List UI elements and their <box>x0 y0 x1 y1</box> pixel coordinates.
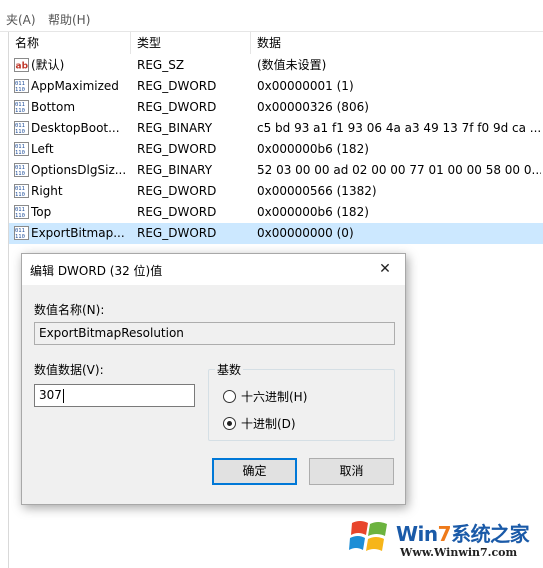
table-row[interactable]: 011 110 Left REG_DWORD 0x000000b6 (182) <box>9 139 543 160</box>
row-type: REG_DWORD <box>137 142 217 156</box>
row-type: REG_DWORD <box>137 184 217 198</box>
row-name-cell: 011 110 Top <box>14 202 130 223</box>
row-type: REG_DWORD <box>137 100 217 114</box>
row-type: REG_BINARY <box>137 163 213 177</box>
row-name-cell: 011 110 DesktopBoot... <box>14 118 130 139</box>
text-caret <box>62 388 64 403</box>
row-name-cell: 011 110 OptionsDlgSiz... <box>14 160 130 181</box>
row-data: 0x00000566 (1382) <box>257 184 377 198</box>
row-data: 0x00000001 (1) <box>257 79 354 93</box>
site-watermark: Win7系统之家 Www.Winwin7.com <box>348 510 540 566</box>
row-name-cell: 011 110 Bottom <box>14 97 130 118</box>
svg-text:110: 110 <box>15 129 25 135</box>
svg-text:ab: ab <box>16 61 29 71</box>
table-row[interactable]: 011 110 OptionsDlgSiz... REG_BINARY 52 03 00… <box>9 160 543 181</box>
row-name-cell: ab (默认) <box>14 55 130 76</box>
row-name-cell: 011 110 AppMaximized <box>14 76 130 97</box>
radio-checked-icon <box>223 417 236 430</box>
column-header-type[interactable]: 类型 <box>131 32 251 54</box>
string-value-icon: ab <box>14 57 29 72</box>
table-row[interactable]: 011 110 Right REG_DWORD 0x00000566 (1382) <box>9 181 543 202</box>
value-data-label: 数值数据(V): <box>34 363 104 377</box>
radio-hexadecimal-label: 十六进制(H) <box>241 390 308 404</box>
cancel-button[interactable]: 取消 <box>309 458 394 485</box>
edit-dword-dialog: 编辑 DWORD (32 位)值 ✕ 数值名称(N): ExportBitmap… <box>21 253 406 505</box>
table-row[interactable]: ab (默认) REG_SZ (数值未设置) <box>9 55 543 76</box>
row-name: Top <box>31 205 52 219</box>
svg-text:110: 110 <box>15 150 25 156</box>
close-icon[interactable]: ✕ <box>373 258 397 280</box>
row-name: Bottom <box>31 100 76 114</box>
svg-text:110: 110 <box>15 108 25 114</box>
row-data: 0x000000b6 (182) <box>257 205 369 219</box>
value-name-field[interactable]: ExportBitmapResolution <box>34 322 395 345</box>
row-data: 0x00000326 (806) <box>257 100 369 114</box>
row-name: (默认) <box>31 58 65 72</box>
row-name: Right <box>31 184 63 198</box>
dialog-title-bar[interactable]: 编辑 DWORD (32 位)值 ✕ <box>22 254 405 285</box>
windows-logo-icon <box>349 521 387 551</box>
svg-text:110: 110 <box>15 213 25 219</box>
row-type: REG_DWORD <box>137 226 217 240</box>
row-data: 0x000000b6 (182) <box>257 142 369 156</box>
column-header-data[interactable]: 数据 <box>251 32 543 54</box>
row-data: 0x00000000 (0) <box>257 226 354 240</box>
menu-bar: 夹(A) 帮助(H) <box>0 0 543 32</box>
row-type: REG_DWORD <box>137 79 217 93</box>
svg-text:110: 110 <box>15 87 25 93</box>
row-name: OptionsDlgSiz... <box>31 163 127 177</box>
svg-text:110: 110 <box>15 171 25 177</box>
table-row[interactable]: 011 110 DesktopBoot... REG_BINARY c5 bd 93 a… <box>9 118 543 139</box>
binary-value-icon: 011110 <box>14 141 29 156</box>
row-name: AppMaximized <box>31 79 119 93</box>
menu-item-help[interactable]: 帮助(H) <box>48 11 90 28</box>
row-data: 52 03 00 00 ad 02 00 00 77 01 00 00 58 0… <box>257 163 541 177</box>
row-data: c5 bd 93 a1 f1 93 06 4a a3 49 13 7f f0 9… <box>257 121 541 135</box>
table-row[interactable]: 011 110 Bottom REG_DWORD 0x00000326 (806) <box>9 97 543 118</box>
binary-value-icon: 011110 <box>14 204 29 219</box>
row-name-cell: 011 110 Left <box>14 139 130 160</box>
row-type: REG_BINARY <box>137 121 213 135</box>
watermark-url: Www.Winwin7.com <box>400 546 518 559</box>
row-name: Left <box>31 142 54 156</box>
row-name-cell: 011 110 ExportBitmap... <box>14 223 130 244</box>
binary-value-icon: 011110 <box>14 99 29 114</box>
dialog-title: 编辑 DWORD (32 位)值 <box>30 264 163 278</box>
binary-value-icon: 011110 <box>14 162 29 177</box>
value-data-input[interactable]: 307 <box>34 384 195 407</box>
row-data: (数值未设置) <box>257 58 327 72</box>
binary-value-icon: 011110 <box>14 120 29 135</box>
binary-value-icon: 011110 <box>14 225 29 240</box>
table-row[interactable]: 011 110 ExportBitmap... REG_DWORD 0x00000000… <box>9 223 543 244</box>
radio-decimal[interactable]: 十进制(D) <box>223 415 373 433</box>
menu-item-favorites[interactable]: 夹(A) <box>6 11 36 28</box>
radio-circle-icon <box>223 390 236 403</box>
binary-value-icon: 011110 <box>14 78 29 93</box>
ok-button[interactable]: 确定 <box>212 458 297 485</box>
value-name-label: 数值名称(N): <box>34 303 105 317</box>
row-name: ExportBitmap... <box>31 226 125 240</box>
base-groupbox: 基数 十六进制(H) 十进制(D) <box>208 361 395 441</box>
base-label: 基数 <box>215 361 244 378</box>
svg-text:110: 110 <box>15 192 25 198</box>
table-row[interactable]: 011 110 AppMaximized REG_DWORD 0x00000001 (1… <box>9 76 543 97</box>
row-name: DesktopBoot... <box>31 121 120 135</box>
radio-decimal-label: 十进制(D) <box>241 417 296 431</box>
row-name-cell: 011 110 Right <box>14 181 130 202</box>
radio-hexadecimal[interactable]: 十六进制(H) <box>223 388 373 406</box>
table-row[interactable]: 011 110 Top REG_DWORD 0x000000b6 (182) <box>9 202 543 223</box>
row-type: REG_DWORD <box>137 205 217 219</box>
row-type: REG_SZ <box>137 58 185 72</box>
svg-text:110: 110 <box>15 234 25 240</box>
binary-value-icon: 011110 <box>14 183 29 198</box>
watermark-brand: Win7系统之家 <box>396 522 530 546</box>
value-data-text: 307 <box>39 388 62 402</box>
column-header-name[interactable]: 名称 <box>9 32 131 54</box>
